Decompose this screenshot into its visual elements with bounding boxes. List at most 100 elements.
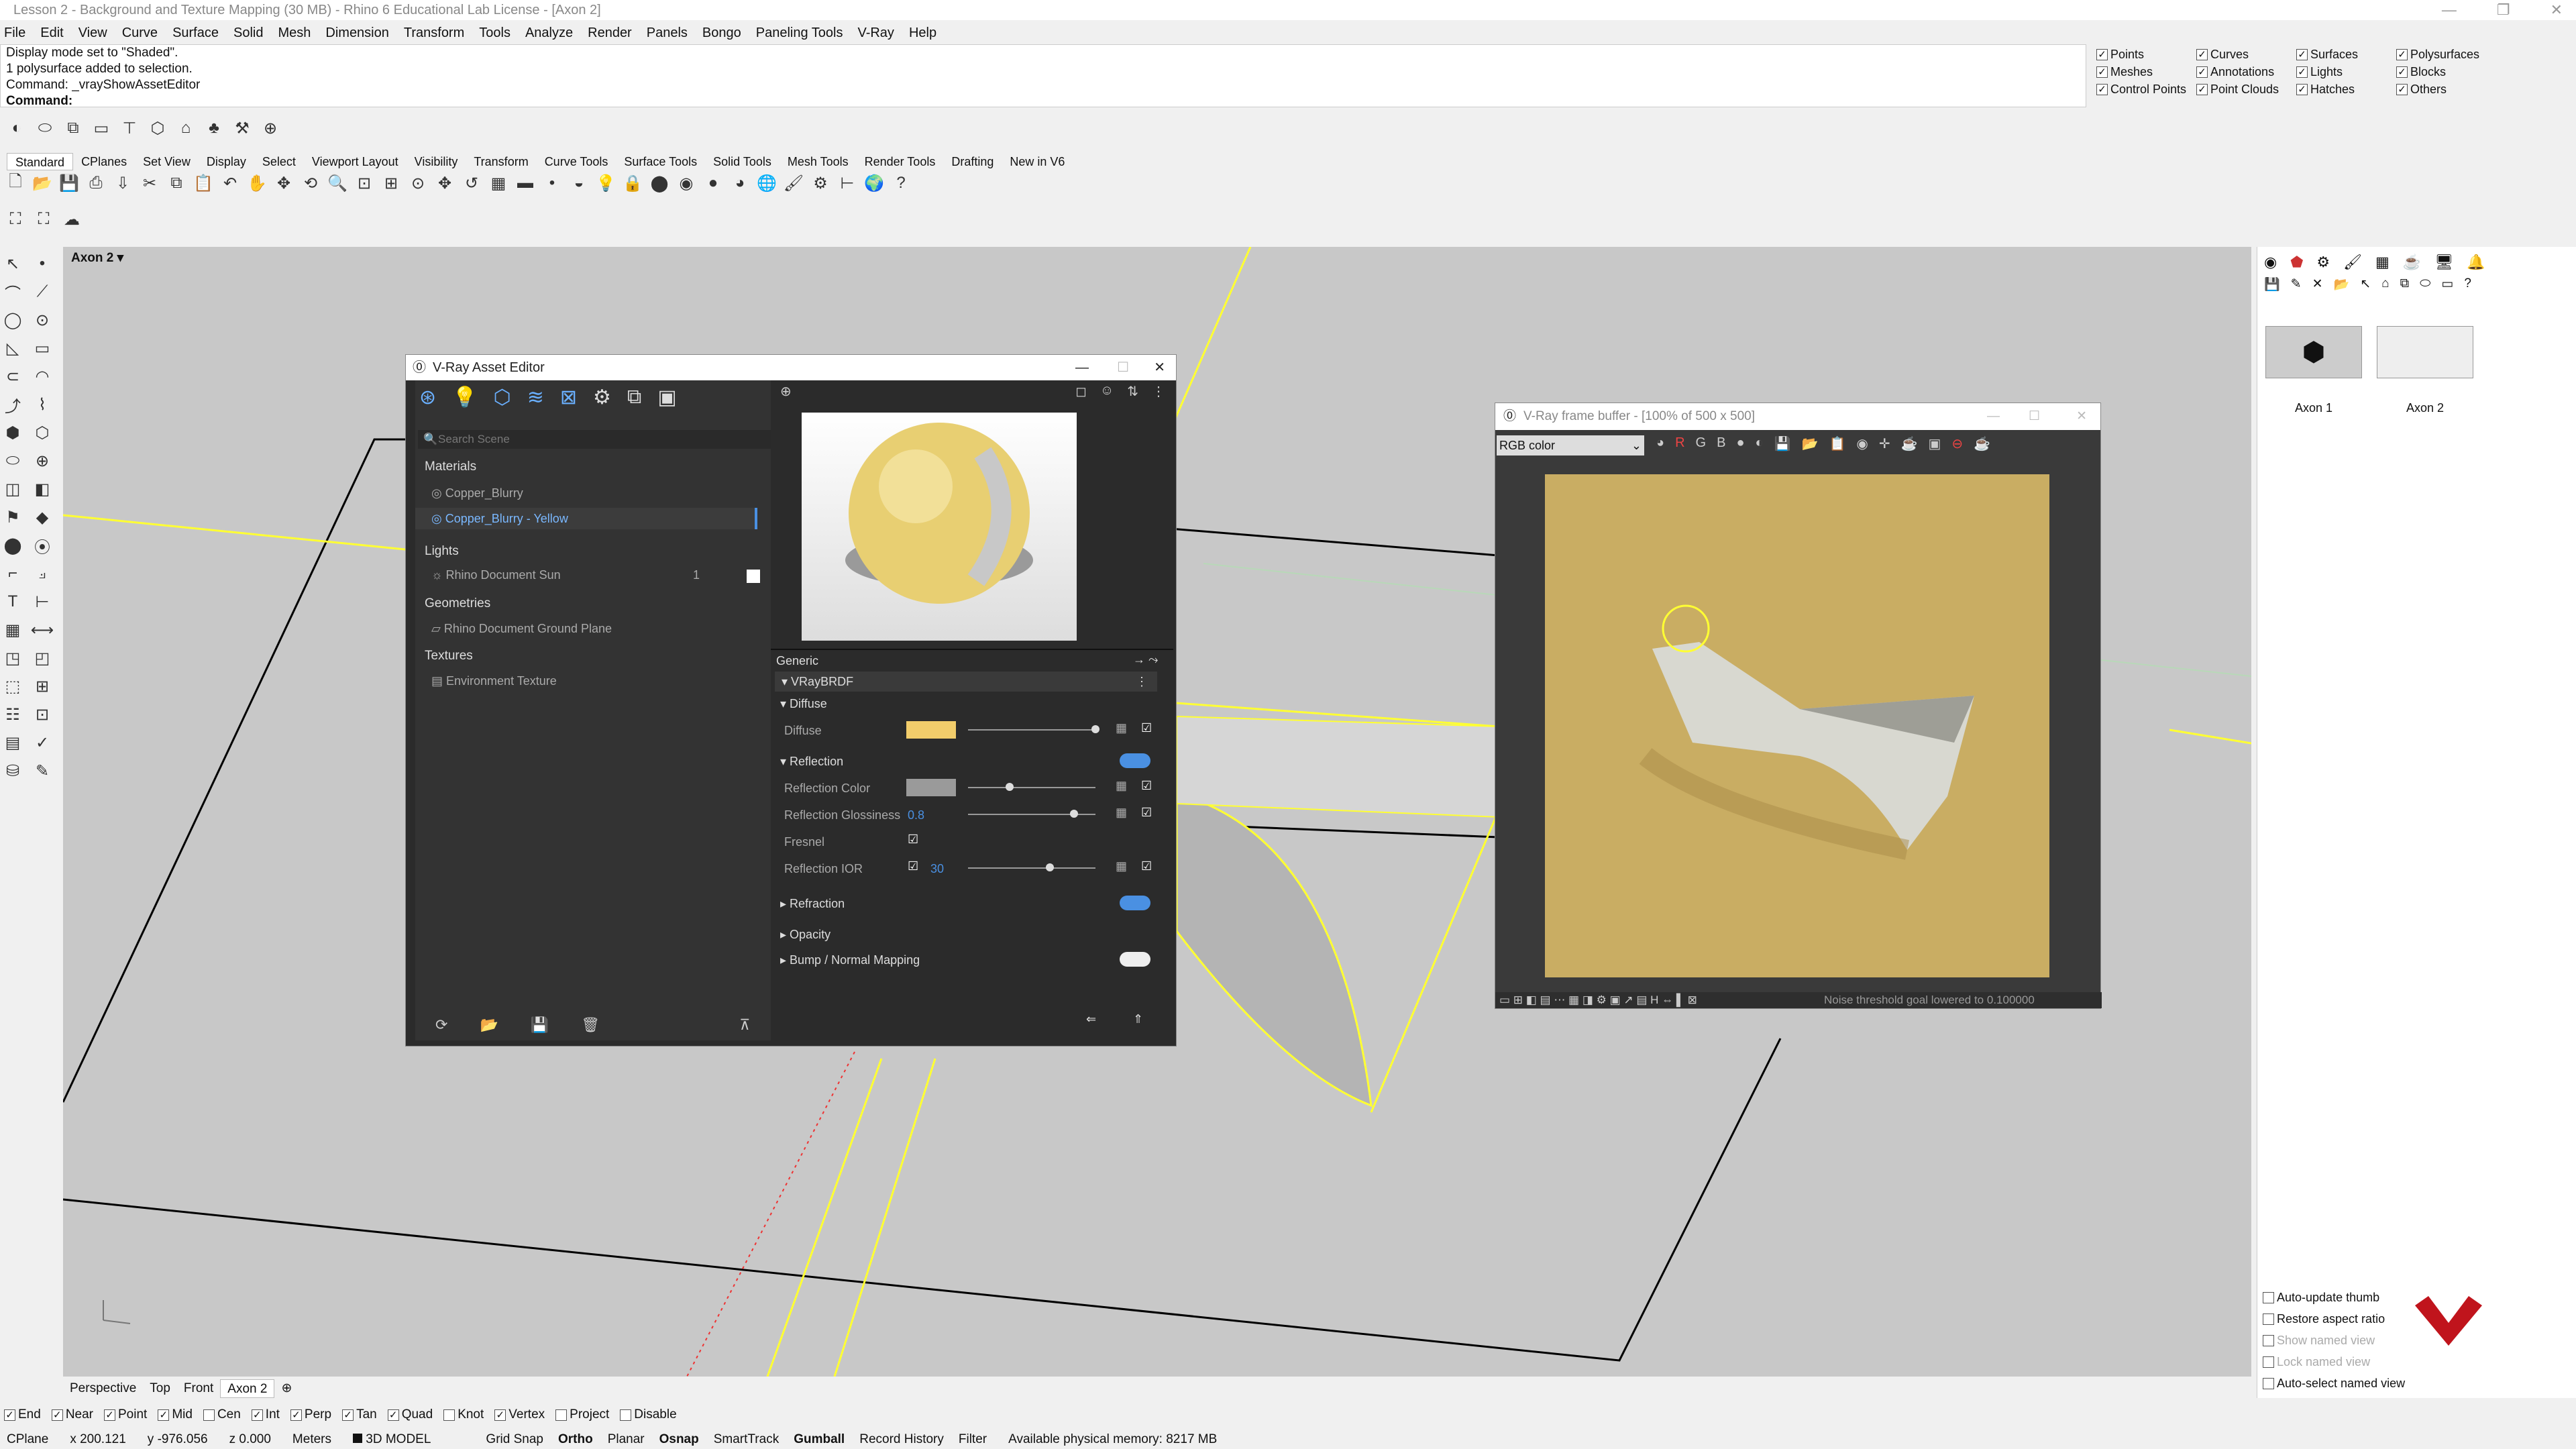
zoom-selected-icon[interactable]: ⊙ bbox=[407, 172, 429, 195]
display-icon[interactable]: 🖥 bbox=[2434, 254, 2453, 271]
checkbox[interactable]: ✓ bbox=[2296, 48, 2308, 60]
menu-item[interactable]: Solid bbox=[233, 21, 263, 44]
status-toggle[interactable]: Grid Snap bbox=[486, 1430, 543, 1449]
filter-checkbox[interactable]: ✓ Others bbox=[2396, 80, 2493, 98]
filter-checkbox[interactable]: ✓ Points bbox=[2096, 46, 2194, 63]
checkbox[interactable] bbox=[555, 1409, 568, 1421]
reflection-toggle[interactable] bbox=[1120, 753, 1150, 768]
cplane-icon[interactable]: ▬ bbox=[514, 172, 537, 195]
status-toggle[interactable]: Filter bbox=[959, 1430, 987, 1449]
menu-item[interactable]: V-Ray bbox=[857, 21, 894, 44]
back-arrow-icon[interactable]: ⇐ bbox=[1086, 1012, 1096, 1026]
tool-icon[interactable]: ✎ bbox=[31, 759, 54, 782]
status-toggle[interactable]: Gumball bbox=[794, 1430, 845, 1449]
link-icon[interactable]: ⬭ bbox=[2420, 276, 2430, 292]
vray-render-icon[interactable]: ⛶ bbox=[4, 208, 27, 231]
arrow-right-icon[interactable]: → ⤳ bbox=[1133, 653, 1158, 667]
materials-section-header[interactable]: Materials bbox=[415, 460, 476, 474]
reflection-color-swatch[interactable] bbox=[906, 779, 956, 796]
restore-view-icon[interactable]: ↖ bbox=[2360, 276, 2371, 292]
tool-icon[interactable]: ⚑ bbox=[1, 506, 24, 529]
render-sphere-icon[interactable]: ● bbox=[702, 172, 724, 195]
menu-item[interactable]: Curve bbox=[122, 21, 158, 44]
command-prompt[interactable]: Command: bbox=[6, 93, 2086, 109]
notification-icon[interactable]: 🔔 bbox=[2467, 254, 2485, 271]
refraction-section[interactable]: ▸ Refraction bbox=[780, 897, 845, 911]
named-view-thumb[interactable] bbox=[2377, 326, 2473, 378]
material-item-selected[interactable]: ◎ Copper_Blurry - Yellow bbox=[415, 508, 757, 529]
material-icon[interactable]: ⬤ bbox=[648, 172, 671, 195]
lights-category-icon[interactable]: 💡 bbox=[452, 386, 477, 409]
glossiness-value[interactable]: 0.8 bbox=[908, 808, 924, 822]
toolbar-tab[interactable]: Drafting bbox=[943, 153, 1002, 170]
tool-icon[interactable]: ⤴ bbox=[1, 393, 24, 416]
filter-checkbox[interactable]: ✓ Blocks bbox=[2396, 63, 2493, 80]
menu-item[interactable]: Tools bbox=[479, 21, 511, 44]
status-toggle[interactable]: SmartTrack bbox=[714, 1430, 779, 1449]
filter-checkbox[interactable]: ✓ Hatches bbox=[2296, 80, 2394, 98]
open-image-icon[interactable]: 📂 bbox=[1802, 435, 1819, 452]
toolbar-tab[interactable]: Select bbox=[254, 153, 304, 170]
osnap-checkbox[interactable]: Cen bbox=[203, 1405, 241, 1425]
toolbar-tab[interactable]: CPlanes bbox=[73, 153, 135, 170]
save-icon[interactable]: 💾 bbox=[531, 1016, 549, 1034]
filter-checkbox[interactable]: ✓ Polysurfaces bbox=[2396, 46, 2493, 63]
viewport-title[interactable]: Axon 2 ▾ bbox=[68, 250, 127, 267]
render-icon[interactable]: ◕ bbox=[729, 172, 751, 195]
osnap-checkbox[interactable]: ✓ Perp bbox=[290, 1405, 331, 1425]
dimension-icon[interactable]: ⊢ bbox=[836, 172, 859, 195]
white-sphere-icon[interactable]: ● bbox=[1736, 435, 1744, 452]
properties-icon[interactable]: ⚙ bbox=[2316, 254, 2330, 271]
fresnel-checkbox[interactable]: ☑ bbox=[908, 833, 918, 847]
tool-icon[interactable]: ⊞ bbox=[31, 675, 54, 698]
statusbar-icons[interactable]: ▭ ⊞ ◧ ▤ ⋯ ▦ ◨ ⚙ ▣ ↗ ▤ H ⇔ ▌ ⊠ bbox=[1495, 994, 1697, 1006]
checkbox[interactable]: ✓ bbox=[290, 1409, 302, 1421]
checkbox[interactable]: ✓ bbox=[2196, 66, 2208, 78]
texture-item[interactable]: ▤ Environment Texture bbox=[431, 674, 557, 688]
tree-icon[interactable]: ♣ bbox=[203, 117, 225, 140]
tool-icon[interactable]: ◆ bbox=[31, 506, 54, 529]
zoom-window-icon[interactable]: ⊡ bbox=[353, 172, 376, 195]
diffuse-slider-thumb[interactable] bbox=[1091, 725, 1099, 733]
vraybrdf-layer[interactable]: ▾ VRayBRDF ⋮ bbox=[775, 672, 1157, 692]
named-view-setting[interactable]: Show named view bbox=[2263, 1330, 2405, 1351]
tool-icon[interactable]: ⌐ bbox=[1, 562, 24, 585]
command-history[interactable]: Display mode set to "Shaded". 1 polysurf… bbox=[0, 44, 2086, 109]
geometry-item[interactable]: ▱ Rhino Document Ground Plane bbox=[431, 622, 612, 636]
tool-icon[interactable]: ⌒ bbox=[1, 280, 24, 303]
chevron-down-icon[interactable]: ▾ bbox=[117, 251, 124, 265]
restore-icon[interactable]: ❐ bbox=[2497, 0, 2510, 20]
toolbar-tab[interactable]: Surface Tools bbox=[616, 153, 705, 170]
ior-enable-checkbox[interactable]: ☑ bbox=[1141, 859, 1152, 873]
checkbox[interactable] bbox=[2263, 1291, 2274, 1303]
osnap-checkbox[interactable]: ✓ Int bbox=[251, 1405, 280, 1425]
interactive-render-icon[interactable]: ☕ bbox=[1974, 435, 1990, 452]
checkbox[interactable] bbox=[620, 1409, 632, 1421]
osnap-checkbox[interactable]: ✓ Quad bbox=[387, 1405, 433, 1425]
menu-item[interactable]: Render bbox=[588, 21, 632, 44]
osnap-checkbox[interactable]: ✓ Vertex bbox=[494, 1405, 545, 1425]
named-view-thumb[interactable]: ⬢ bbox=[2265, 326, 2362, 378]
toolbar-tab[interactable]: Curve Tools bbox=[537, 153, 616, 170]
viewport-tab[interactable]: Top bbox=[143, 1379, 177, 1398]
more-options-icon[interactable]: ⋮ bbox=[1152, 383, 1165, 400]
layer-indicator[interactable]: 3D MODEL bbox=[353, 1430, 431, 1449]
menu-item[interactable]: Edit bbox=[40, 21, 63, 44]
channel-select[interactable]: RGB color ⌄ bbox=[1497, 435, 1644, 455]
delete-icon[interactable]: 🗑 bbox=[581, 1016, 600, 1034]
tool-icon[interactable]: ⬚ bbox=[1, 675, 24, 698]
ior-slider[interactable] bbox=[968, 867, 1095, 869]
move-icon[interactable]: ✥ bbox=[433, 172, 456, 195]
color-wheel-icon[interactable]: ◉ bbox=[2264, 254, 2277, 271]
checkbox[interactable]: ✓ bbox=[2096, 66, 2108, 78]
teapot-icon[interactable]: ☕ bbox=[2403, 254, 2421, 271]
color-channels-icon[interactable]: ◕ bbox=[1656, 435, 1664, 452]
reflection-slider[interactable] bbox=[968, 787, 1095, 788]
viewport-icon[interactable]: ⬭ bbox=[34, 117, 56, 140]
checkbox[interactable]: ✓ bbox=[2196, 48, 2208, 60]
checkbox[interactable]: ✓ bbox=[2396, 48, 2408, 60]
track-mouse-icon[interactable]: ✛ bbox=[1879, 435, 1890, 452]
layers-category-icon[interactable]: ≋ bbox=[527, 386, 544, 409]
delete-view-icon[interactable]: ✕ bbox=[2312, 276, 2323, 292]
pin-icon[interactable]: ⊕ bbox=[780, 383, 792, 400]
